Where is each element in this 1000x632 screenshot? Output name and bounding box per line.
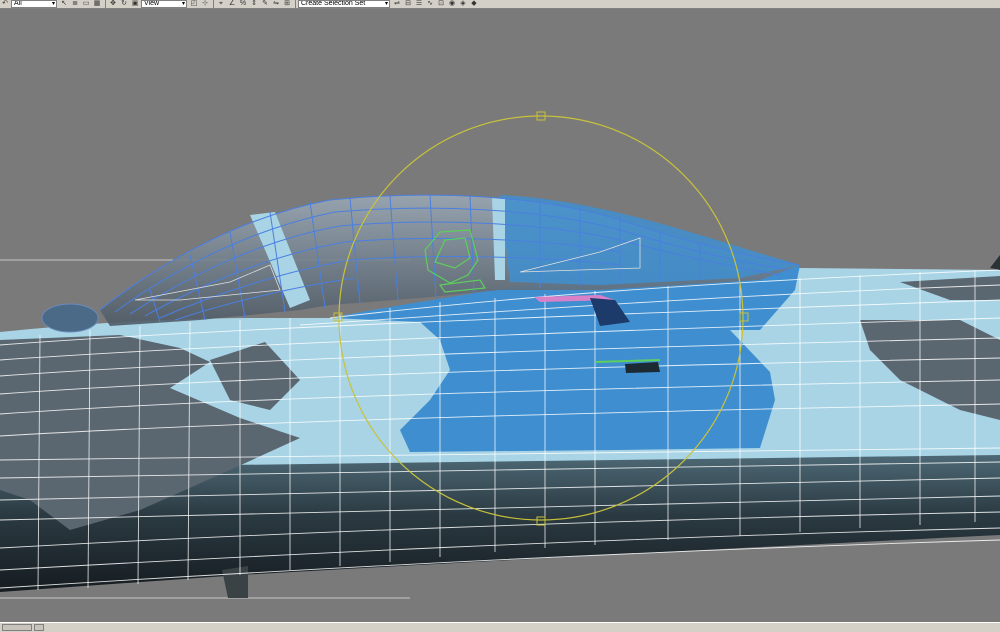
reference-coord-value: View: [144, 0, 160, 7]
toolbar-separator: [105, 0, 106, 8]
mirror-icon[interactable]: ⇌: [392, 0, 402, 8]
named-selection-set-value: Create Selection Set: [301, 0, 366, 7]
select-and-scale-icon[interactable]: ▣: [130, 0, 140, 8]
snaps-toggle-icon[interactable]: ⌖: [216, 0, 226, 8]
percent-snap-icon[interactable]: %: [238, 0, 248, 8]
select-and-manipulate-icon[interactable]: ⊹: [200, 0, 210, 8]
spinner-snap-icon[interactable]: ⇕: [249, 0, 259, 8]
quick-render-icon[interactable]: ◆: [469, 0, 479, 8]
align-icon[interactable]: ⊞: [282, 0, 292, 8]
select-and-move-icon[interactable]: ✥: [108, 0, 118, 8]
use-pivot-center-icon[interactable]: ◰: [189, 0, 199, 8]
toolbar-separator: [295, 0, 296, 8]
render-scene-icon[interactable]: ◈: [458, 0, 468, 8]
perspective-viewport[interactable]: [0, 9, 1000, 622]
reference-coord-dropdown[interactable]: View ▾: [141, 0, 187, 8]
angle-snap-icon[interactable]: ∠: [227, 0, 237, 8]
layer-manager-icon[interactable]: ☰: [414, 0, 424, 8]
window-crossing-icon[interactable]: ▦: [92, 0, 102, 8]
mirror-icon[interactable]: ⇋: [271, 0, 281, 8]
align-icon[interactable]: ⊟: [403, 0, 413, 8]
chevron-down-icon: ▾: [181, 1, 185, 7]
rectangular-selection-icon[interactable]: ▭: [81, 0, 91, 8]
undo-icon[interactable]: ↶: [0, 0, 10, 8]
named-selection-set-field[interactable]: Create Selection Set ▾: [298, 0, 390, 8]
curve-editor-icon[interactable]: ∿: [425, 0, 435, 8]
edit-named-selection-icon[interactable]: ✎: [260, 0, 270, 8]
viewport-canvas[interactable]: [0, 9, 1000, 622]
front-probe: [41, 303, 99, 333]
select-by-name-icon[interactable]: ≣: [70, 0, 80, 8]
toolbar-separator: [213, 0, 214, 8]
chevron-down-icon: ▾: [384, 1, 388, 7]
vertical-stabilizer-tip: [990, 255, 1000, 270]
selection-filter-value: All: [14, 0, 22, 7]
selection-filter-dropdown[interactable]: All ▾: [11, 0, 57, 8]
select-and-rotate-icon[interactable]: ↻: [119, 0, 129, 8]
material-editor-icon[interactable]: ◉: [447, 0, 457, 8]
schematic-view-icon[interactable]: ⊡: [436, 0, 446, 8]
main-toolbar: ↶ All ▾ ↖ ≣ ▭ ▦ ✥ ↻ ▣ View ▾ ◰ ⊹ ⌖ ∠ % ⇕…: [0, 0, 1000, 9]
ventral-fin: [222, 566, 248, 598]
status-cell: [2, 624, 32, 631]
select-object-icon[interactable]: ↖: [59, 0, 69, 8]
status-cell: [34, 624, 44, 631]
chevron-down-icon: ▾: [51, 1, 55, 7]
